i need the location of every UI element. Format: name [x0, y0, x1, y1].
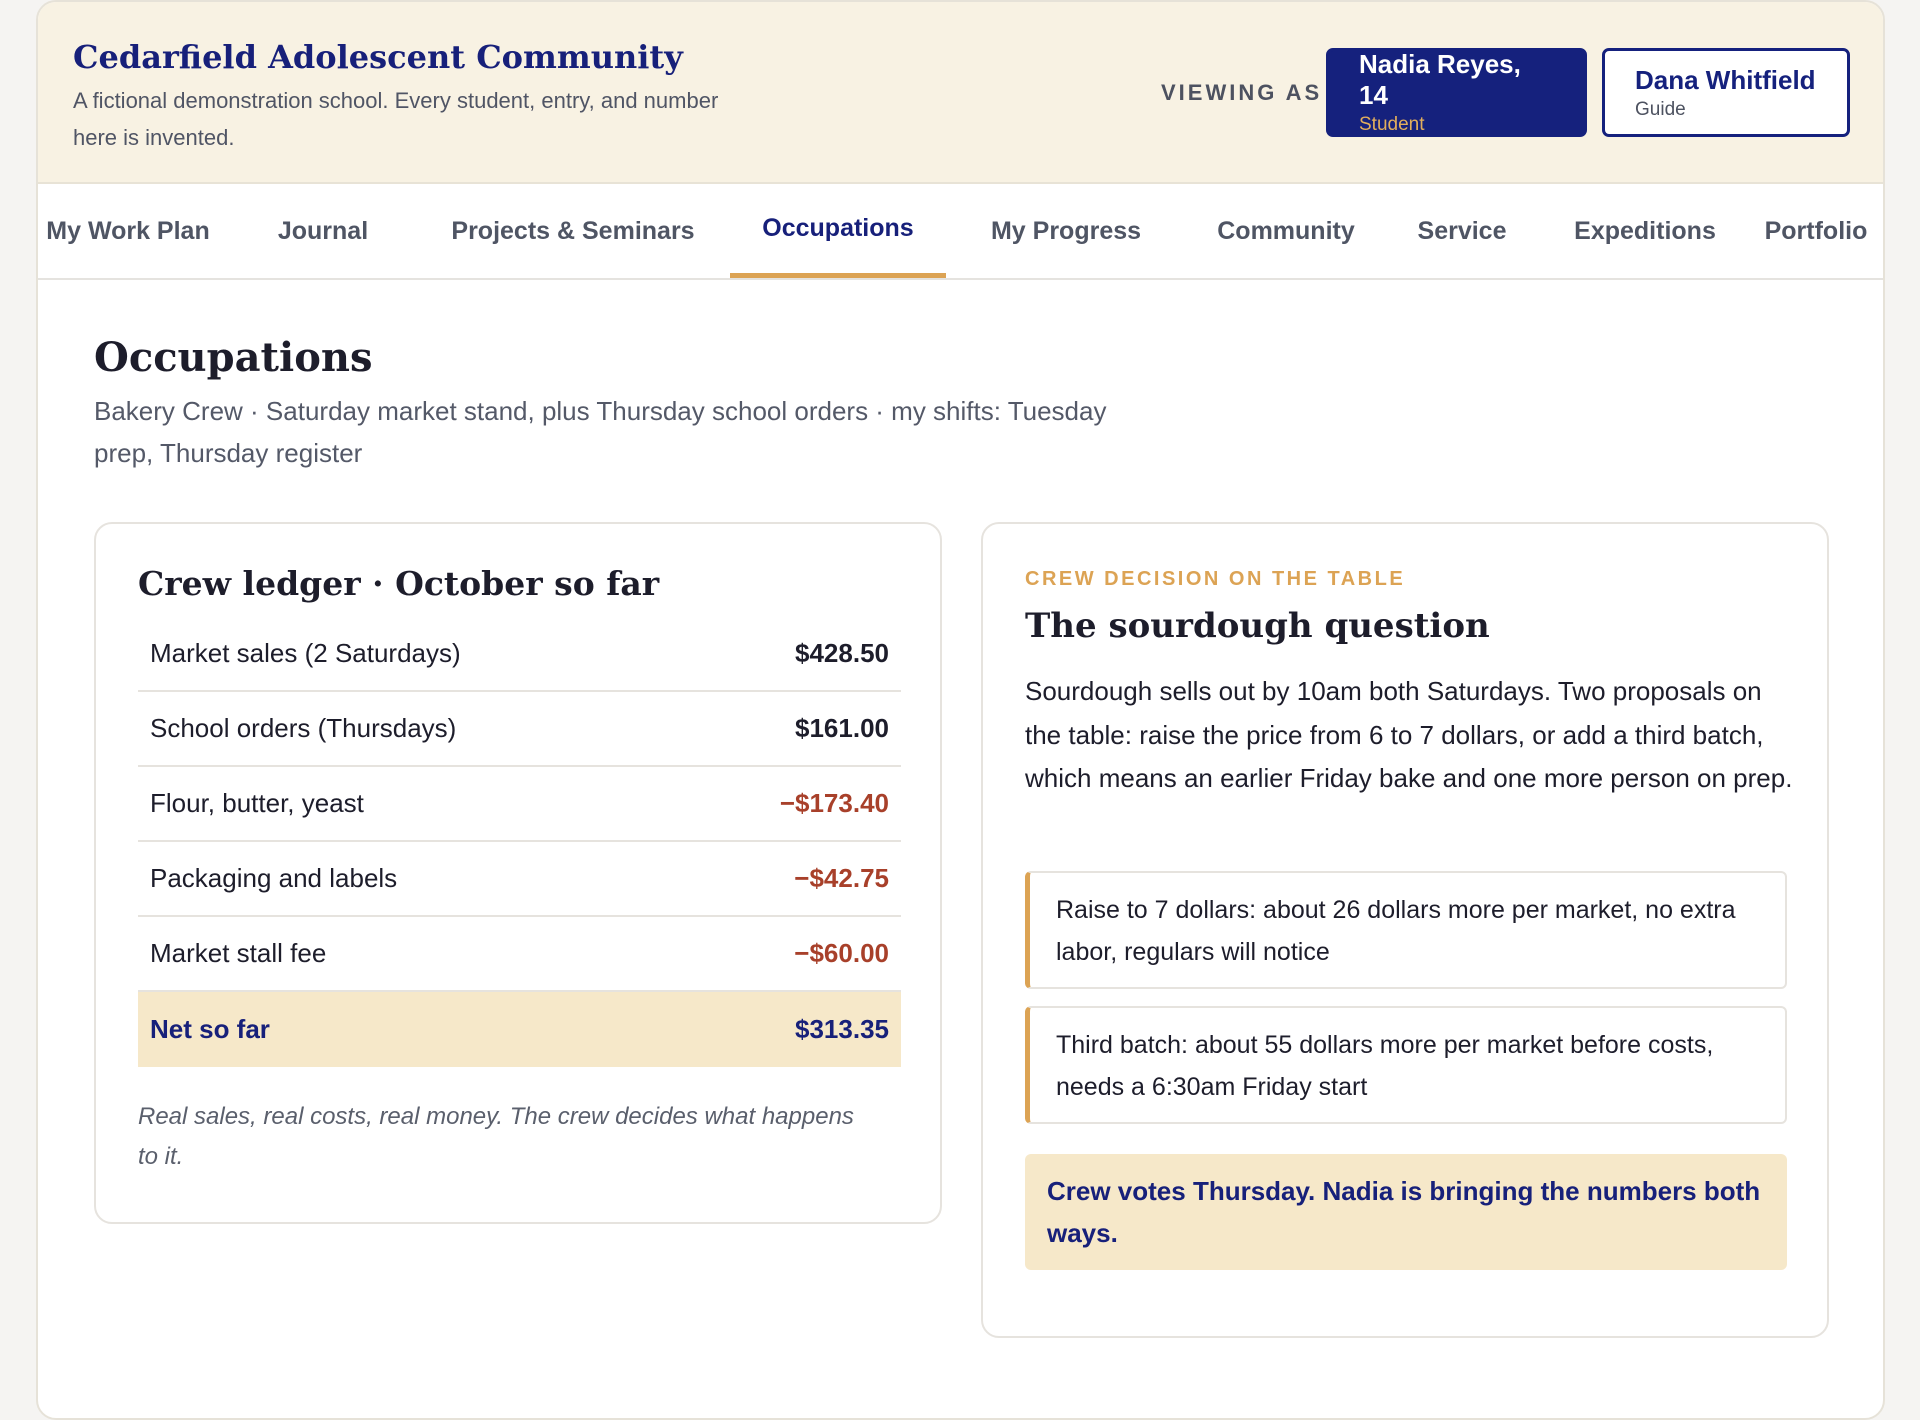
page-title: Occupations — [94, 334, 373, 381]
proposal-option: Third batch: about 55 dollars more per m… — [1025, 1006, 1787, 1124]
ledger-total-label: Net so far — [150, 1014, 270, 1044]
page-subtitle: Bakery Crew · Saturday market stand, plu… — [94, 396, 1107, 468]
tab-expeditions[interactable]: Expeditions — [1540, 184, 1750, 278]
ledger-row: Packaging and labels −$42.75 — [138, 842, 901, 917]
decision-title: The sourdough question — [1025, 606, 1490, 646]
ledger-row: Flour, butter, yeast −$173.40 — [138, 767, 901, 842]
tab-community[interactable]: Community — [1186, 184, 1386, 278]
proposal-option: Raise to 7 dollars: about 26 dollars mor… — [1025, 871, 1787, 989]
app-frame: Cedarfield Adolescent Community A fictio… — [36, 0, 1885, 1420]
viewing-as-label: VIEWING AS — [1161, 80, 1323, 105]
tab-portfolio[interactable]: Portfolio — [1746, 184, 1883, 278]
ledger-row: Market stall fee −$60.00 — [138, 917, 901, 992]
ledger-row-label: Packaging and labels — [150, 863, 398, 893]
user-role: Student — [1359, 114, 1425, 135]
tab-journal[interactable]: Journal — [258, 184, 388, 278]
ledger-table: Market sales (2 Saturdays) $428.50 Schoo… — [138, 617, 901, 1067]
ledger-row-amount: −$173.40 — [779, 788, 889, 818]
ledger-row-amount: $161.00 — [795, 713, 889, 743]
tab-service[interactable]: Service — [1384, 184, 1540, 278]
crew-ledger-card: Crew ledger · October so far Market sale… — [94, 522, 942, 1224]
school-disclaimer: A fictional demonstration school. Every … — [73, 88, 719, 150]
user-switch-guide-button[interactable]: Dana Whitfield Guide — [1602, 48, 1850, 137]
app-header: Cedarfield Adolescent Community A fictio… — [38, 2, 1883, 184]
ledger-row-label: Market stall fee — [150, 938, 327, 968]
crew-decision-card: CREW DECISION ON THE TABLE The sourdough… — [981, 522, 1829, 1338]
ledger-total-row: Net so far $313.35 — [138, 992, 901, 1067]
ledger-row-label: Flour, butter, yeast — [150, 788, 364, 818]
ledger-row: School orders (Thursdays) $161.00 — [138, 692, 901, 767]
ledger-row-amount: $428.50 — [795, 638, 889, 668]
user-name: Nadia Reyes, 14 — [1359, 49, 1521, 110]
ledger-total-amount: $313.35 — [795, 1014, 889, 1044]
tab-my-progress[interactable]: My Progress — [966, 184, 1166, 278]
ledger-row-amount: −$60.00 — [794, 938, 889, 968]
user-role: Guide — [1635, 98, 1686, 120]
vote-note: Crew votes Thursday. Nadia is bringing t… — [1025, 1154, 1787, 1270]
user-switch-student-button[interactable]: Nadia Reyes, 14 Student — [1326, 48, 1587, 137]
school-name: Cedarfield Adolescent Community — [73, 38, 683, 76]
tab-projects-seminars[interactable]: Projects & Seminars — [424, 184, 722, 278]
ledger-row: Market sales (2 Saturdays) $428.50 — [138, 617, 901, 692]
decision-kicker: CREW DECISION ON THE TABLE — [1025, 568, 1406, 590]
tab-my-work-plan[interactable]: My Work Plan — [38, 184, 218, 278]
ledger-row-label: School orders (Thursdays) — [150, 713, 457, 743]
ledger-row-amount: −$42.75 — [794, 863, 889, 893]
ledger-row-label: Market sales (2 Saturdays) — [150, 638, 461, 668]
user-name: Dana Whitfield — [1635, 64, 1816, 95]
decision-body: Sourdough sells out by 10am both Saturda… — [1025, 676, 1793, 793]
tab-occupations[interactable]: Occupations — [730, 184, 946, 278]
ledger-title: Crew ledger · October so far — [138, 564, 660, 603]
main-nav-tabs: My Work Plan Journal Projects & Seminars… — [38, 184, 1883, 280]
ledger-note: Real sales, real costs, real money. The … — [138, 1103, 854, 1170]
